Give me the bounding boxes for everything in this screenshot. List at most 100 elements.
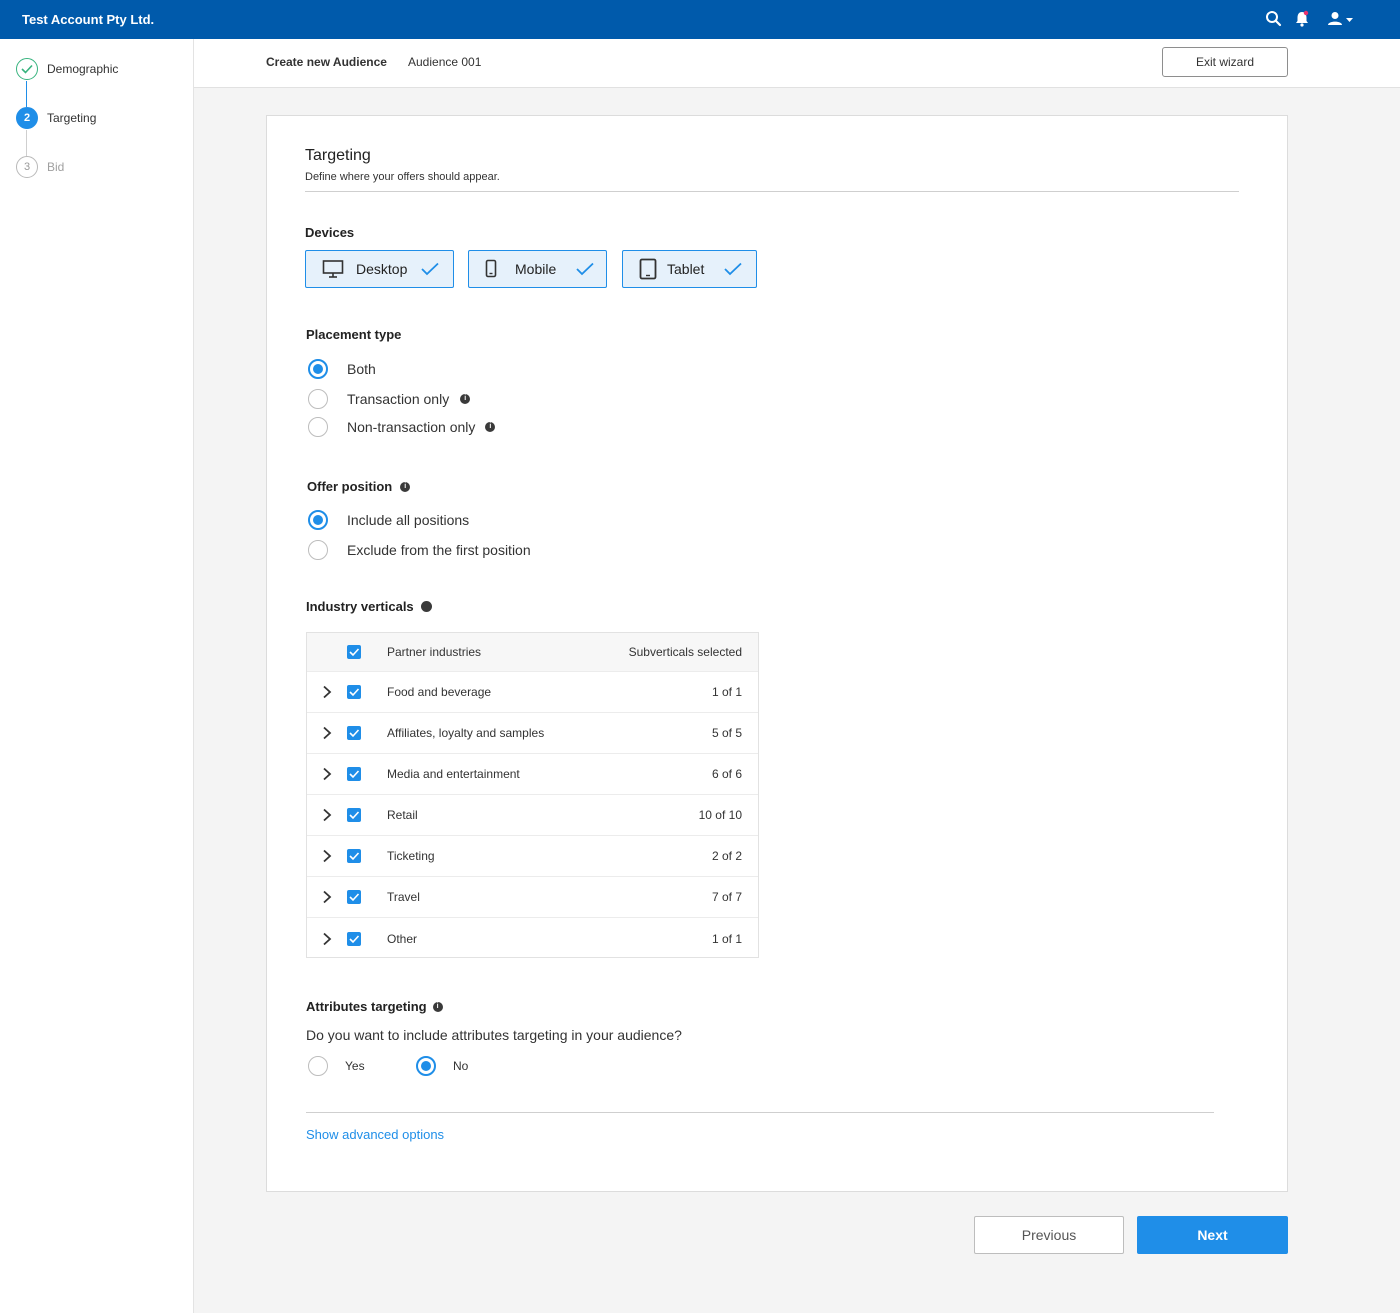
table-row: Other 1 of 1 [307,918,758,959]
step-label: Demographic [47,62,119,76]
industry-name: Media and entertainment [387,767,520,781]
industry-verticals-table: Partner industries Subverticals selected… [306,632,759,958]
select-all-checkbox[interactable] [347,645,361,659]
row-checkbox[interactable] [347,767,361,781]
next-button[interactable]: Next [1137,1216,1288,1254]
subverticals-count: 6 of 6 [711,767,742,781]
option-label: Transaction only [347,391,450,407]
step-connector [26,130,27,156]
row-checkbox[interactable] [347,685,361,699]
column-header-count: Subverticals selected [628,645,742,659]
attributes-option-yes[interactable]: Yes [308,1056,365,1076]
offer-position-label: Offer position [307,479,393,494]
radio-button[interactable] [308,540,328,560]
offer-option-include-all[interactable]: Include all positions [308,510,469,530]
desktop-icon [322,259,344,279]
radio-button[interactable] [308,417,328,437]
previous-button[interactable]: Previous [974,1216,1124,1254]
device-mobile-button[interactable]: Mobile [468,250,607,288]
industry-name: Other [387,931,418,946]
step-targeting[interactable]: 2 Targeting [16,107,96,129]
industry-name: Food and beverage [387,685,492,699]
option-label: No [453,1059,469,1073]
search-icon[interactable] [1264,9,1284,29]
radio-button[interactable] [416,1056,436,1076]
industry-name: Ticketing [387,849,435,863]
option-label: Both [347,361,376,377]
wizard-sidebar: Demographic 2 Targeting 3 Bid [0,39,194,1313]
targeting-card: Targeting Define where your offers shoul… [266,115,1288,1192]
subverticals-count: 7 of 7 [711,890,742,904]
placement-option-transaction-only[interactable]: Transaction only i [308,389,471,409]
attributes-targeting-label: Attributes targeting [306,999,427,1014]
step-number: 2 [16,107,38,129]
subverticals-count: 10 of 10 [698,808,742,822]
placement-option-non-transaction-only[interactable]: Non-transaction only i [308,417,496,437]
chevron-right-icon[interactable] [321,685,333,699]
step-number: 3 [16,156,38,178]
chevron-right-icon[interactable] [321,849,333,863]
tablet-icon [639,258,657,280]
row-checkbox[interactable] [347,808,361,822]
device-tablet-button[interactable]: Tablet [622,250,757,288]
option-label: Yes [345,1059,365,1073]
step-bid[interactable]: 3 Bid [16,156,64,178]
option-label: Include all positions [347,512,470,528]
row-checkbox[interactable] [347,726,361,740]
device-desktop-button[interactable]: Desktop [305,250,454,288]
industry-verticals-heading: Industry verticals [306,599,432,614]
step-demographic[interactable]: Demographic [16,58,118,80]
divider [306,1112,1214,1113]
show-advanced-options-link[interactable]: Show advanced options [306,1127,444,1142]
offer-option-exclude-first[interactable]: Exclude from the first position [308,540,531,560]
chevron-right-icon[interactable] [321,726,333,740]
info-icon[interactable]: i [400,481,411,492]
section-subtitle: Define where your offers should appear. [305,171,500,183]
industry-name: Travel [387,890,420,904]
industry-verticals-label: Industry verticals [306,599,414,614]
info-icon[interactable]: i [485,422,496,432]
placement-type-label: Placement type [306,327,402,342]
row-checkbox[interactable] [347,890,361,904]
section-title: Targeting [305,147,371,164]
row-checkbox[interactable] [347,931,361,946]
row-checkbox[interactable] [347,849,361,863]
info-icon[interactable]: i [460,394,471,404]
table-row: Travel 7 of 7 [307,877,758,918]
chevron-right-icon[interactable] [321,767,333,781]
table-row: Ticketing 2 of 2 [307,836,758,877]
user-icon[interactable] [1325,9,1357,29]
attributes-option-no[interactable]: No [416,1056,468,1076]
device-label: Mobile [515,261,557,277]
placement-option-both[interactable]: Both [308,359,376,379]
audience-name: Audience 001 [408,55,482,69]
divider [305,191,1239,192]
attributes-targeting-heading: Attributes targeting i [306,999,443,1014]
device-label: Tablet [667,261,705,277]
subverticals-count: 2 of 2 [711,849,742,863]
step-label: Bid [47,160,65,174]
info-icon[interactable]: i [432,1001,443,1012]
exit-wizard-button[interactable]: Exit wizard [1162,47,1288,77]
info-icon[interactable] [420,601,432,612]
chevron-right-icon[interactable] [321,890,333,904]
step-connector [26,81,27,107]
column-header-name: Partner industries [387,645,482,659]
option-label: Non-transaction only [347,419,476,435]
subverticals-count: 1 of 1 [711,685,742,699]
chevron-right-icon[interactable] [321,932,333,946]
radio-button[interactable] [308,1056,328,1076]
chevron-right-icon[interactable] [321,808,333,822]
table-row: Food and beverage 1 of 1 [307,672,758,713]
bell-icon[interactable] [1292,9,1312,29]
subverticals-count: 5 of 5 [711,726,742,740]
radio-button[interactable] [308,510,328,530]
option-label: Exclude from the first position [347,542,531,558]
radio-button[interactable] [308,359,328,379]
check-icon [16,58,38,80]
mobile-icon [485,259,497,279]
offer-position-heading: Offer position i [307,479,411,494]
radio-button[interactable] [308,389,328,409]
check-icon [724,262,742,276]
step-label: Targeting [47,111,97,125]
